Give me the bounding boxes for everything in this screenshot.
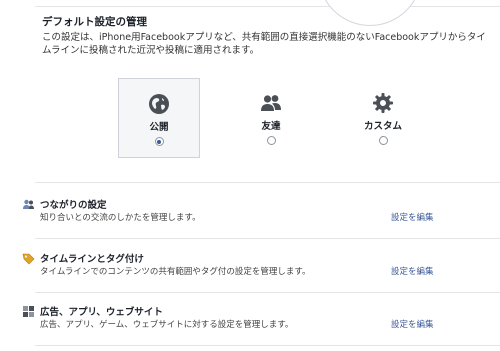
top-divider: [35, 6, 500, 7]
audience-option-friends[interactable]: 友達: [230, 78, 312, 158]
audience-radio-custom[interactable]: [378, 136, 388, 145]
settings-row-connections: つながりの設定 知り合いとの交流のしかたを管理します。 設定を編集: [0, 198, 500, 238]
connections-icon: [23, 199, 34, 209]
settings-row-description: 広告、アプリ、ゲーム、ウェブサイトに対する設定を管理します。: [40, 320, 294, 330]
settings-row-title: つながりの設定: [40, 200, 107, 211]
settings-row-title: 広告、アプリ、ウェブサイト: [40, 307, 163, 318]
divider: [35, 292, 500, 293]
audience-option-label: 友達: [261, 121, 281, 132]
audience-option-custom[interactable]: カスタム: [342, 78, 424, 158]
divider: [35, 345, 500, 346]
audience-option-label: カスタム: [363, 121, 402, 132]
audience-option-label: 公開: [149, 122, 169, 133]
globe-icon: [149, 94, 169, 114]
audience-option-public[interactable]: 公開: [118, 78, 200, 158]
gear-icon: [373, 93, 393, 113]
friends-icon: [261, 95, 281, 111]
settings-row-description: 知り合いとの交流のしかたを管理します。: [40, 213, 201, 223]
edit-settings-link[interactable]: 設定を編集: [391, 265, 434, 277]
settings-row-timeline: タイムラインとタグ付け タイムラインでのコンテンツの共有範囲やタグ付の設定を管理…: [0, 252, 500, 292]
divider: [35, 238, 500, 239]
tag-icon: [22, 253, 35, 265]
edit-settings-link[interactable]: 設定を編集: [391, 211, 434, 223]
section-description: この設定は、iPhone用Facebookアプリなど、共有範囲の直接選択機能のな…: [42, 32, 486, 56]
apps-icon: [23, 306, 34, 317]
settings-row-apps: 広告、アプリ、ウェブサイト 広告、アプリ、ゲーム、ウェブサイトに対する設定を管理…: [0, 305, 500, 345]
settings-row-description: タイムラインでのコンテンツの共有範囲やタグ付の設定を管理します。: [40, 267, 311, 277]
settings-row-title: タイムラインとタグ付け: [40, 254, 144, 265]
section-title: デフォルト設定の管理: [42, 16, 147, 28]
audience-radio-friends[interactable]: [266, 136, 276, 145]
decorative-circle: [318, 0, 422, 26]
audience-radio-public[interactable]: [154, 137, 164, 146]
edit-settings-link[interactable]: 設定を編集: [391, 318, 434, 330]
divider: [35, 182, 500, 183]
